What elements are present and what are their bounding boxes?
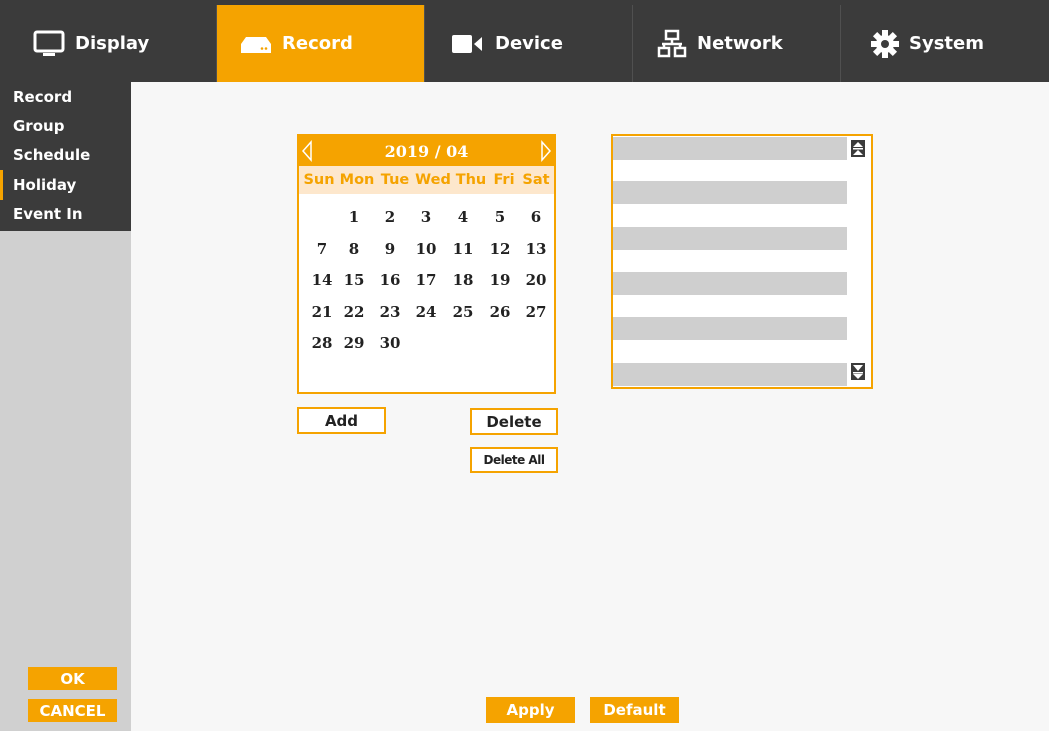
weekday-label: Fri — [493, 172, 515, 188]
gear-icon — [871, 29, 899, 58]
tab-label: System — [909, 33, 984, 54]
ok-button[interactable]: OK — [28, 667, 117, 690]
next-month-button[interactable] — [541, 140, 551, 162]
camera-icon — [451, 33, 485, 55]
holiday-list-row[interactable] — [613, 363, 847, 386]
weekday-label: Sat — [522, 172, 550, 188]
calendar-day[interactable]: 29 — [339, 330, 369, 356]
weekday-label: Wed — [415, 172, 451, 188]
sidebar-item-label: Group — [13, 117, 65, 135]
delete-button[interactable]: Delete — [470, 408, 558, 435]
network-icon — [657, 29, 687, 59]
add-button[interactable]: Add — [297, 407, 386, 434]
monitor-icon — [33, 30, 65, 58]
calendar-month-label: 2019 / 04 — [384, 141, 469, 161]
sidebar-item-schedule[interactable]: Schedule — [0, 140, 131, 170]
tab-label: Device — [495, 33, 563, 54]
calendar-day[interactable]: 10 — [411, 236, 441, 262]
weekday-label: Thu — [455, 172, 487, 188]
sidebar-item-label: Event In — [13, 205, 83, 223]
calendar-day[interactable]: 26 — [485, 299, 515, 325]
calendar-day[interactable]: 27 — [521, 299, 551, 325]
sidebar-menu: Record Group Schedule Holiday Event In — [0, 82, 131, 231]
calendar-day[interactable]: 17 — [411, 267, 441, 293]
calendar-day[interactable]: 22 — [339, 299, 369, 325]
holiday-list-row[interactable] — [613, 227, 847, 250]
weekday-label: Tue — [380, 172, 410, 188]
tab-label: Record — [282, 33, 353, 54]
tab-label: Network — [697, 33, 783, 54]
calendar-day[interactable]: 14 — [307, 267, 337, 293]
calendar-day[interactable]: 13 — [521, 236, 551, 262]
sidebar-item-event-in[interactable]: Event In — [0, 199, 131, 229]
sidebar-item-label: Holiday — [13, 176, 77, 194]
cancel-button[interactable]: CANCEL — [28, 699, 117, 722]
holiday-list-row[interactable] — [613, 181, 847, 204]
calendar-day[interactable]: 2 — [375, 204, 405, 230]
calendar-day[interactable]: 3 — [411, 204, 441, 230]
tab-network[interactable]: Network — [633, 5, 840, 82]
sidebar-item-record[interactable]: Record — [0, 82, 131, 112]
holiday-list — [611, 134, 873, 389]
holiday-list-row[interactable] — [613, 317, 847, 340]
calendar-day[interactable]: 6 — [521, 204, 551, 230]
scroll-up-button[interactable] — [847, 137, 869, 159]
sidebar: Record Group Schedule Holiday Event In O… — [0, 82, 131, 731]
default-button[interactable]: Default — [590, 697, 679, 723]
scroll-down-icon — [847, 361, 869, 387]
calendar-day[interactable]: 4 — [448, 204, 478, 230]
sidebar-item-label: Record — [13, 88, 73, 106]
calendar-day[interactable]: 19 — [485, 267, 515, 293]
triangle-right-icon — [541, 140, 551, 162]
holiday-list-row[interactable] — [613, 137, 847, 160]
triangle-left-icon — [302, 140, 312, 162]
tab-record[interactable]: Record — [217, 5, 424, 82]
sidebar-item-group[interactable]: Group — [0, 111, 131, 141]
calendar-day[interactable]: 20 — [521, 267, 551, 293]
scroll-up-icon — [847, 137, 869, 163]
calendar-day[interactable]: 12 — [485, 236, 515, 262]
calendar-header: 2019 / 04 — [299, 136, 554, 166]
scroll-down-button[interactable] — [847, 361, 869, 383]
calendar-day[interactable]: 11 — [448, 236, 478, 262]
weekday-label: Sun — [303, 172, 335, 188]
calendar-day[interactable]: 8 — [339, 236, 369, 262]
holiday-calendar: 2019 / 04 Sun Mon Tue Wed Thu Fri Sat 12… — [297, 134, 556, 394]
tab-system[interactable]: System — [841, 5, 1049, 82]
prev-month-button[interactable] — [302, 140, 312, 162]
weekday-label: Mon — [339, 172, 375, 188]
calendar-day[interactable]: 16 — [375, 267, 405, 293]
calendar-weekday-row: Sun Mon Tue Wed Thu Fri Sat — [299, 166, 554, 194]
calendar-day[interactable]: 25 — [448, 299, 478, 325]
calendar-day[interactable]: 7 — [307, 236, 337, 262]
calendar-day[interactable]: 23 — [375, 299, 405, 325]
calendar-day[interactable]: 28 — [307, 330, 337, 356]
top-navigation: Display Record Device Network System — [0, 0, 1049, 82]
calendar-day[interactable]: 5 — [485, 204, 515, 230]
sidebar-item-holiday[interactable]: Holiday — [0, 170, 131, 200]
calendar-day[interactable]: 21 — [307, 299, 337, 325]
holiday-list-row[interactable] — [613, 272, 847, 295]
tab-device[interactable]: Device — [425, 5, 632, 82]
tab-label: Display — [75, 33, 150, 54]
calendar-day[interactable]: 1 — [339, 204, 369, 230]
apply-button[interactable]: Apply — [486, 697, 575, 723]
delete-all-button[interactable]: Delete All — [470, 447, 558, 473]
calendar-day[interactable]: 30 — [375, 330, 405, 356]
tab-display[interactable]: Display — [0, 5, 216, 82]
calendar-day[interactable]: 18 — [448, 267, 478, 293]
sidebar-item-label: Schedule — [13, 146, 91, 164]
recorder-icon — [240, 32, 272, 56]
calendar-day[interactable]: 15 — [339, 267, 369, 293]
calendar-day[interactable]: 9 — [375, 236, 405, 262]
calendar-day[interactable]: 24 — [411, 299, 441, 325]
